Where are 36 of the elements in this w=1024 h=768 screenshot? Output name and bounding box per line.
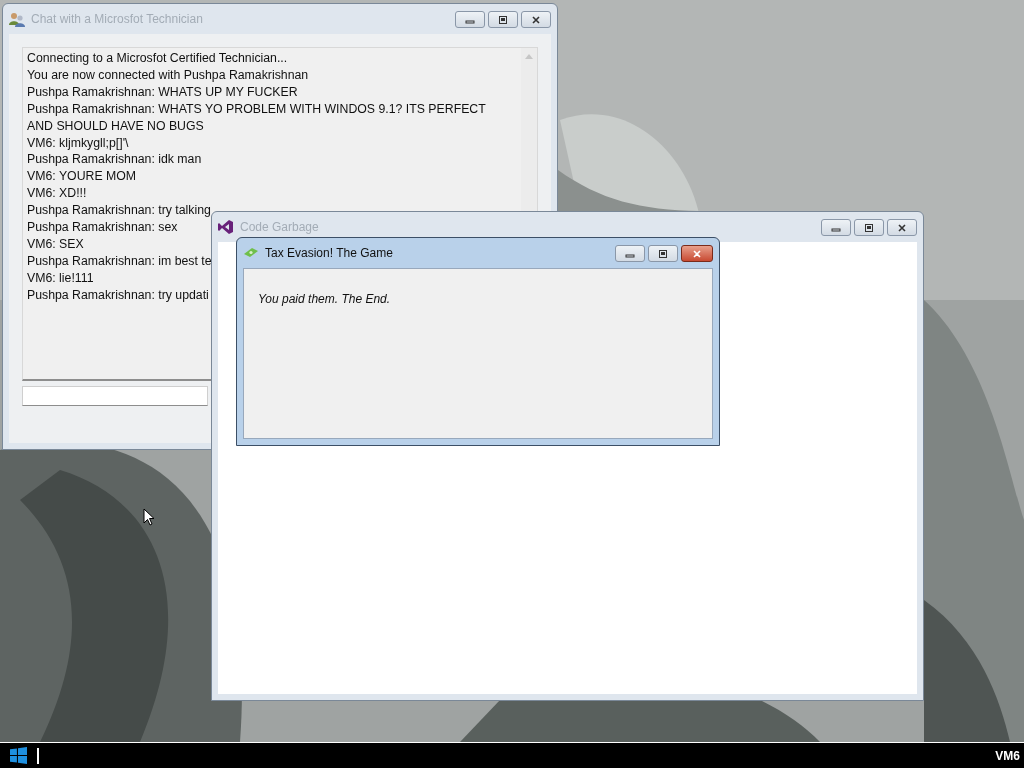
window-title: Tax Evasion! The Game [265, 246, 394, 260]
chat-message: Pushpa Ramakrishnan: try talking [27, 202, 211, 220]
close-icon [692, 248, 702, 259]
cursor-icon [143, 508, 155, 526]
chat-message: Pushpa Ramakrishnan: idk man [27, 151, 202, 169]
maximize-button[interactable] [648, 245, 678, 262]
chat-message: Pushpa Ramakrishnan: im best te [27, 252, 212, 270]
message-text: You paid them. The End. [258, 292, 391, 306]
close-button[interactable] [681, 245, 713, 262]
close-icon [531, 14, 541, 25]
window-title: Chat with a Microsfot Technician [31, 12, 204, 26]
windows-logo-icon[interactable] [10, 747, 27, 764]
close-icon [897, 222, 907, 233]
maximize-icon [658, 248, 668, 259]
maximize-icon [864, 222, 874, 233]
close-button[interactable] [887, 219, 917, 236]
chat-message: VM6: XD!!! [27, 185, 87, 203]
chat-message: You are now connected with Pushpa Ramakrishnan [27, 66, 309, 84]
chat-message: Pushpa Ramakrishnan: WHATS YO PROBLEM WITH WINDOS 9.1? ITS PERFECT AND SHOULD HAVE NO BUGS [27, 100, 487, 135]
chat-message: VM6: SEX [27, 235, 84, 253]
message-input[interactable] [22, 386, 208, 406]
window-title: Code Garbage [240, 220, 320, 234]
taskbar-label: VM6 [995, 748, 1020, 763]
chat-message: VM6: lie!111 [27, 269, 94, 287]
chat-message: Pushpa Ramakrishnan: try updati [27, 286, 209, 304]
chat-message: Pushpa Ramakrishnan: sex [27, 219, 178, 236]
ribbon-logo-icon [218, 219, 234, 235]
maximize-button[interactable] [488, 11, 518, 28]
chat-message: Pushpa Ramakrishnan: WHATS UP MY FUCKER [27, 83, 298, 101]
people-icon [9, 11, 25, 27]
maximize-button[interactable] [854, 219, 884, 236]
chat-message: VM6: YOURE MOM [27, 168, 137, 186]
close-button[interactable] [521, 11, 551, 28]
chat-message: VM6: kljmkygll;p[]'\ [27, 134, 129, 152]
chat-message: Connecting to a Microsfot Certified Technician... [27, 50, 288, 67]
maximize-icon [498, 14, 508, 25]
